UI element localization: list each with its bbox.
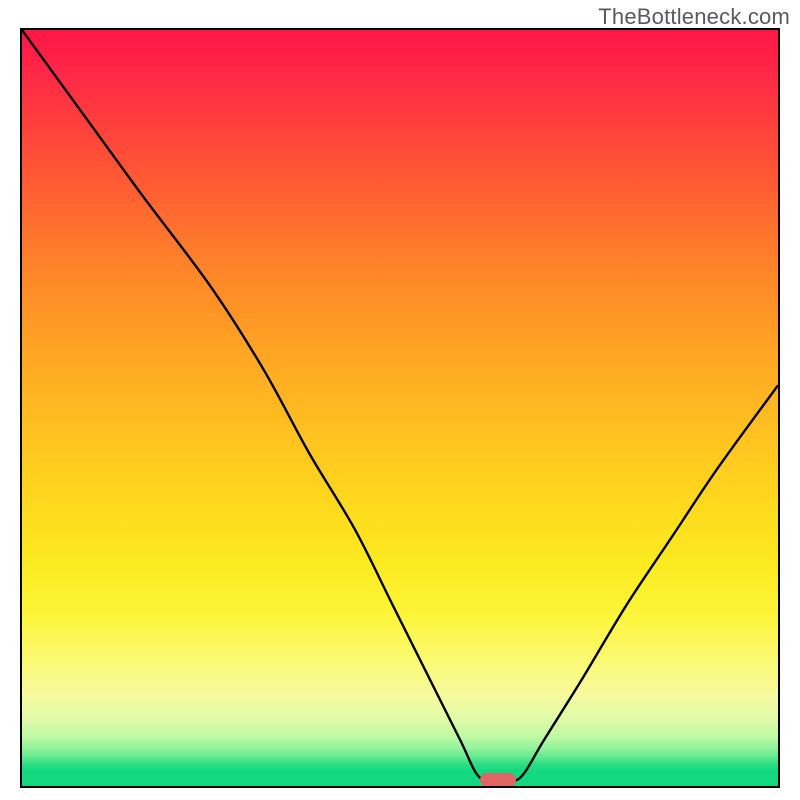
chart-container: TheBottleneck.com bbox=[0, 0, 800, 800]
plot-area bbox=[20, 28, 780, 788]
curve-svg bbox=[22, 30, 778, 786]
bottleneck-curve-path bbox=[22, 30, 778, 782]
watermark-text: TheBottleneck.com bbox=[598, 4, 790, 30]
optimal-marker bbox=[480, 773, 516, 787]
